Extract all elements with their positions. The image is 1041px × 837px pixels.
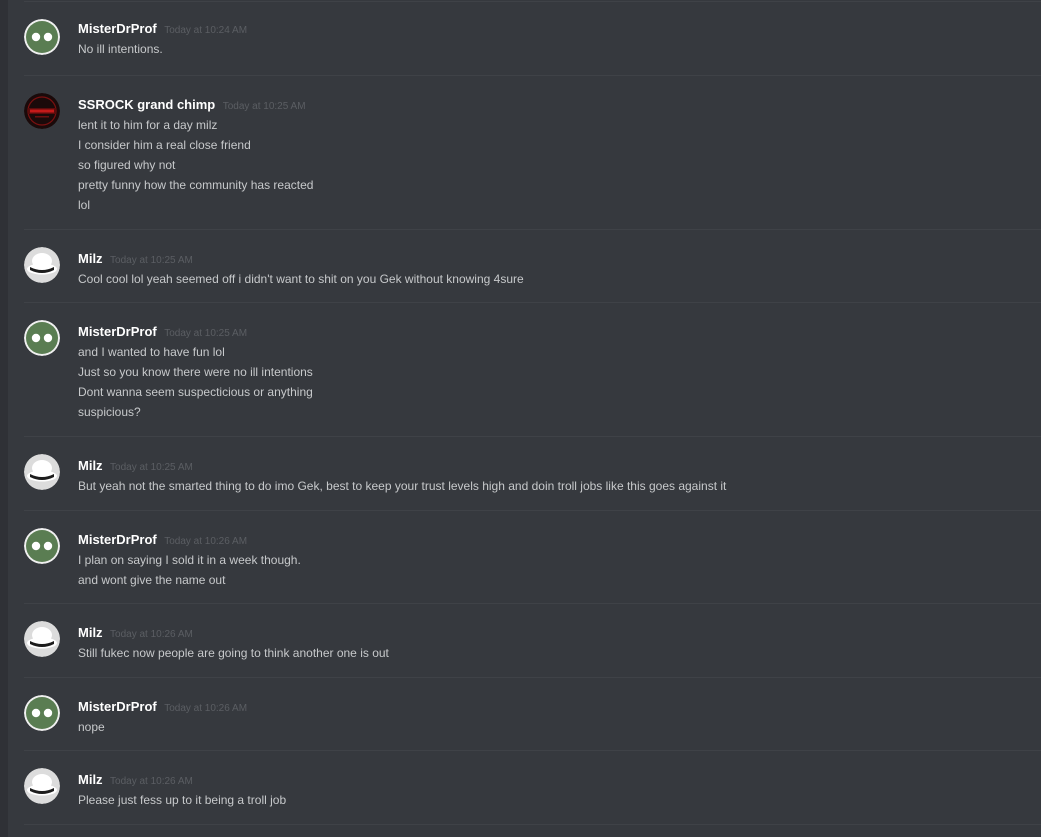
username[interactable]: Milz [78, 625, 103, 640]
white-hat-avatar[interactable] [24, 454, 60, 490]
timestamp: Today at 10:25 AM [110, 255, 193, 266]
message-text: suspicious? [78, 405, 141, 419]
username[interactable]: Milz [78, 772, 103, 787]
left-sidebar-edge [0, 0, 8, 837]
message-text: Please just fess up to it being a troll … [78, 793, 287, 807]
timestamp: Today at 10:25 AM [110, 462, 193, 473]
green-two-dots-avatar[interactable] [24, 19, 60, 55]
message-text: lol [78, 198, 91, 212]
message-group[interactable]: Milz Today at 10:25 AM Cool cool lol yea… [8, 230, 1041, 303]
message-text: Just so you know there were no ill inten… [78, 365, 313, 379]
username[interactable]: Milz [78, 458, 103, 473]
message-group[interactable]: MisterDrProf Today at 10:26 AM nope [8, 678, 1041, 751]
timestamp: Today at 10:26 AM [164, 703, 248, 714]
message-list[interactable]: MisterDrProf Today at 10:24 AM No ill in… [8, 0, 1041, 837]
message-text: No ill intentions. [78, 42, 163, 56]
message-group[interactable]: Milz Today at 10:25 AM But yeah not the … [8, 437, 1041, 511]
white-hat-avatar[interactable] [24, 247, 60, 283]
timestamp: Today at 10:24 AM [164, 25, 248, 36]
message-group[interactable]: MisterDrProf Today at 10:24 AM No ill in… [8, 2, 1041, 76]
message-text: pretty funny how the community has react… [78, 178, 314, 192]
message-text: Cool cool lol yeah seemed off i didn't w… [78, 272, 524, 286]
username[interactable]: MisterDrProf [78, 21, 157, 36]
message-group[interactable]: SSROCK grand chimp Today at 10:25 AM len… [8, 76, 1041, 230]
message-text: But yeah not the smarted thing to do imo… [78, 479, 727, 493]
green-two-dots-avatar[interactable] [24, 320, 60, 356]
timestamp: Today at 10:26 AM [110, 776, 193, 787]
timestamp: Today at 10:26 AM [110, 629, 193, 640]
green-two-dots-avatar[interactable] [24, 528, 60, 564]
white-hat-avatar[interactable] [24, 621, 60, 657]
white-hat-avatar[interactable] [24, 768, 60, 804]
username[interactable]: MisterDrProf [78, 699, 157, 714]
message-text: lent it to him for a day milz [78, 118, 218, 132]
green-two-dots-avatar[interactable] [24, 695, 60, 731]
username[interactable]: MisterDrProf [78, 324, 157, 339]
username[interactable]: MisterDrProf [78, 532, 157, 547]
username[interactable]: SSROCK grand chimp [78, 97, 215, 112]
message-text: Dont wanna seem suspecticious or anythin… [78, 385, 313, 399]
message-group[interactable]: MisterDrProf Today at 10:26 AM I plan on… [8, 511, 1041, 604]
message-text: so figured why not [78, 158, 176, 172]
message-group[interactable]: MisterDrProf Today at 10:25 AM and I wan… [8, 303, 1041, 437]
dark-red-emblem-avatar[interactable] [24, 93, 60, 129]
message-text: I plan on saying I sold it in a week tho… [78, 553, 301, 567]
message-text: and wont give the name out [78, 573, 226, 587]
message-text: Still fukec now people are going to thin… [78, 646, 389, 660]
timestamp: Today at 10:26 AM [164, 536, 248, 547]
message-group[interactable]: Milz Today at 10:26 AM Still fukec now p… [8, 604, 1041, 678]
chat-window: MisterDrProf Today at 10:24 AM No ill in… [0, 0, 1041, 837]
timestamp: Today at 10:25 AM [164, 328, 248, 339]
message-group[interactable]: Milz Today at 10:26 AM Please just fess … [8, 751, 1041, 825]
message-text: nope [78, 720, 105, 734]
message-text: and I wanted to have fun lol [78, 345, 225, 359]
timestamp: Today at 10:25 AM [222, 101, 306, 112]
username[interactable]: Milz [78, 251, 103, 266]
message-text: I consider him a real close friend [78, 138, 251, 152]
